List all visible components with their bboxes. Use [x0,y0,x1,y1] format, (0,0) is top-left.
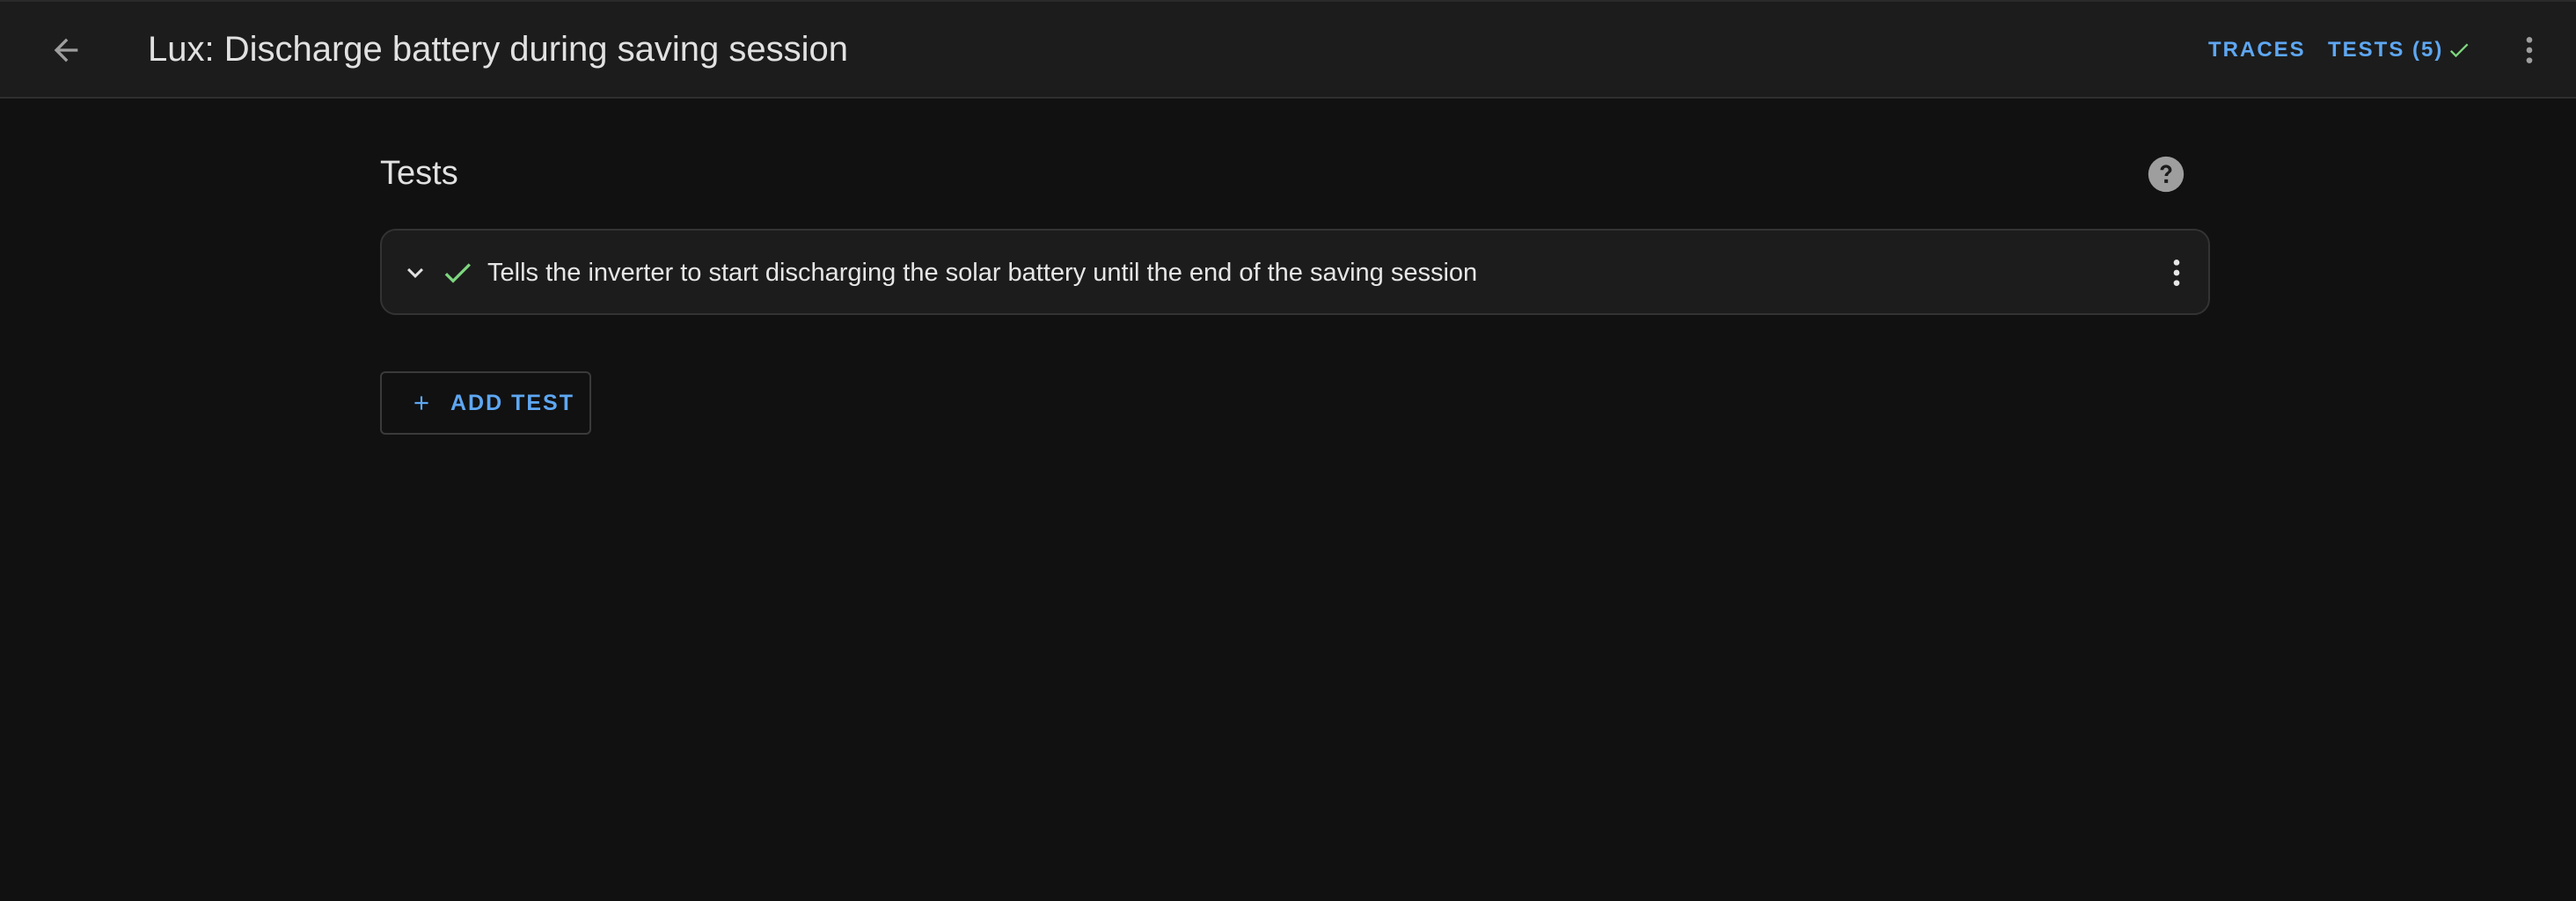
tests-section-title: Tests [380,155,458,192]
add-test-label: ADD TEST [450,390,574,415]
tests-button-label: TESTS (5) [2328,38,2444,62]
test-item[interactable]: Tells the inverter to start discharging … [380,229,2210,315]
back-button[interactable] [35,19,97,81]
dots-vertical-icon [2173,260,2180,286]
check-icon [444,263,471,283]
top-app-bar: Lux: Discharge battery during saving ses… [0,0,2576,99]
page-title: Lux: Discharge battery during saving ses… [148,30,848,69]
help-circle-icon[interactable] [2147,155,2185,194]
dots-vertical-icon [2526,37,2533,63]
arrow-left-icon [54,38,78,62]
test-item-menu-button[interactable] [2154,248,2199,297]
plus-icon [414,396,428,410]
traces-button[interactable]: TRACES [2208,35,2306,65]
add-test-button[interactable]: ADD TEST [380,371,591,435]
chevron-down-icon[interactable] [399,257,431,289]
overflow-menu-button[interactable] [2499,19,2560,81]
test-description: Tells the inverter to start discharging … [487,259,1478,287]
check-icon [2450,43,2469,58]
tests-button[interactable]: TESTS (5) [2328,35,2471,65]
